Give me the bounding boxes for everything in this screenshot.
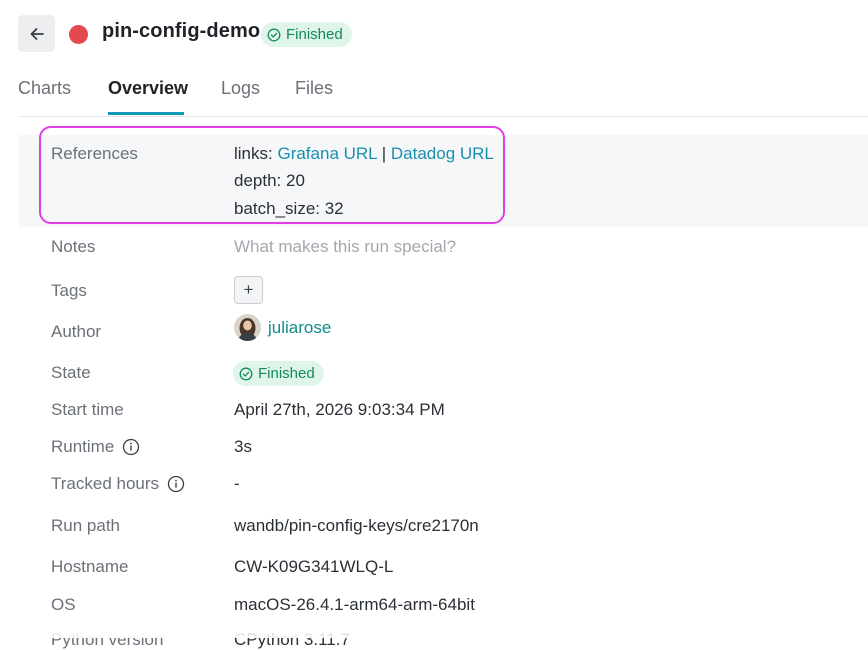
back-button[interactable] <box>18 15 55 52</box>
runtime-label-group: Runtime <box>51 437 140 457</box>
user-avatar-icon <box>234 314 261 341</box>
runtime-value: 3s <box>234 437 252 456</box>
notes-label: Notes <box>51 237 96 256</box>
state-label: State <box>51 363 91 382</box>
start-time-label: Start time <box>51 400 124 419</box>
hostname-label: Hostname <box>51 557 129 576</box>
tab-logs[interactable]: Logs <box>221 78 260 99</box>
check-circle-icon <box>239 367 253 380</box>
active-tab-indicator <box>108 112 184 115</box>
tracked-hours-label-group: Tracked hours <box>51 474 185 494</box>
state-badge-label: Finished <box>258 365 315 382</box>
tags-label: Tags <box>51 281 87 300</box>
tab-overview[interactable]: Overview <box>108 78 188 99</box>
check-circle-icon <box>267 28 281 41</box>
info-icon[interactable] <box>122 438 140 456</box>
tabs-divider <box>18 116 868 117</box>
info-icon[interactable] <box>167 475 185 493</box>
add-tag-button[interactable]: + <box>234 276 263 304</box>
status-badge-label: Finished <box>286 26 343 43</box>
author-link[interactable]: juliarose <box>268 318 331 338</box>
references-highlight <box>39 126 505 224</box>
runtime-label: Runtime <box>51 437 115 456</box>
start-time-value: April 27th, 2026 9:03:34 PM <box>234 400 445 419</box>
tab-files[interactable]: Files <box>295 78 333 99</box>
scroll-fade <box>0 612 868 638</box>
run-title: pin-config-demo <box>102 20 261 42</box>
tab-charts[interactable]: Charts <box>18 78 71 99</box>
avatar[interactable] <box>234 314 261 341</box>
notes-input[interactable]: What makes this run special? <box>234 237 456 257</box>
status-badge: Finished <box>261 22 352 47</box>
tracked-hours-label: Tracked hours <box>51 474 160 493</box>
state-badge: Finished <box>233 361 324 386</box>
run-status-dot <box>69 25 88 44</box>
author-label: Author <box>51 322 102 341</box>
run-path-value: wandb/pin-config-keys/cre2170n <box>234 516 479 535</box>
run-path-label: Run path <box>51 516 120 535</box>
tracked-hours-value: - <box>234 474 240 493</box>
hostname-value: CW-K09G341WLQ-L <box>234 557 394 576</box>
arrow-left-icon <box>30 27 44 40</box>
